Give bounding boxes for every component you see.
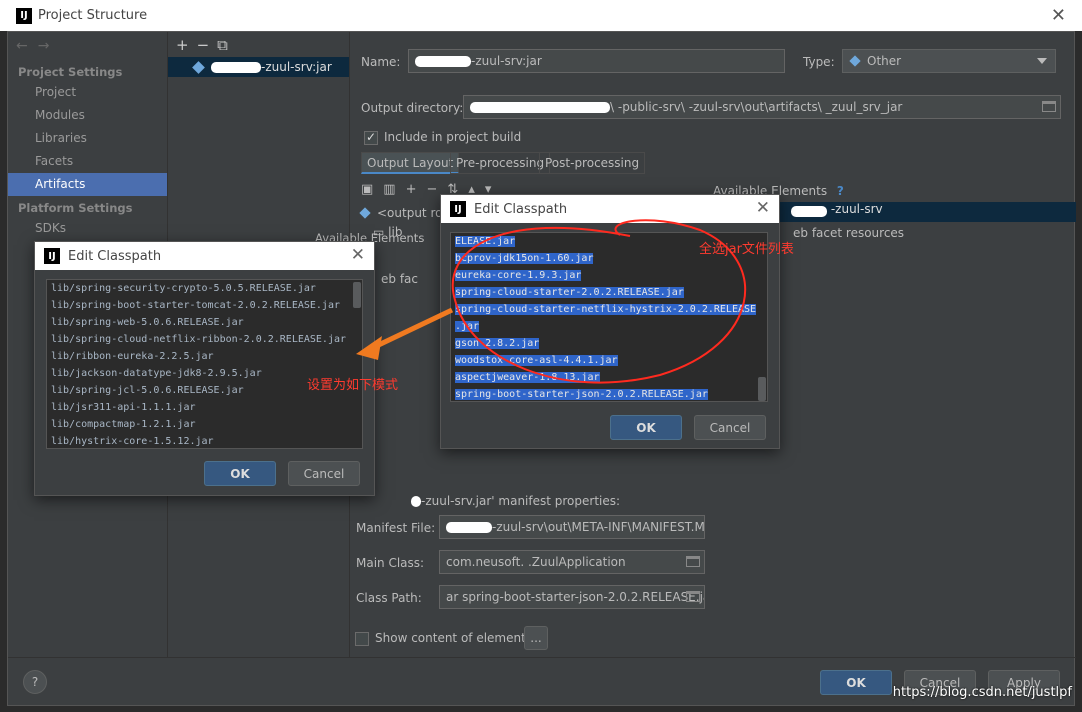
annotation-overlay xyxy=(356,219,747,384)
arrow-annotation-head xyxy=(356,336,382,360)
select-all-annotation: 全选jar文件列表 xyxy=(699,242,794,257)
set-mode-annotation: 设置为如下模式 xyxy=(307,378,399,393)
watermark: https://blog.csdn.net/justlpf xyxy=(892,685,1072,700)
